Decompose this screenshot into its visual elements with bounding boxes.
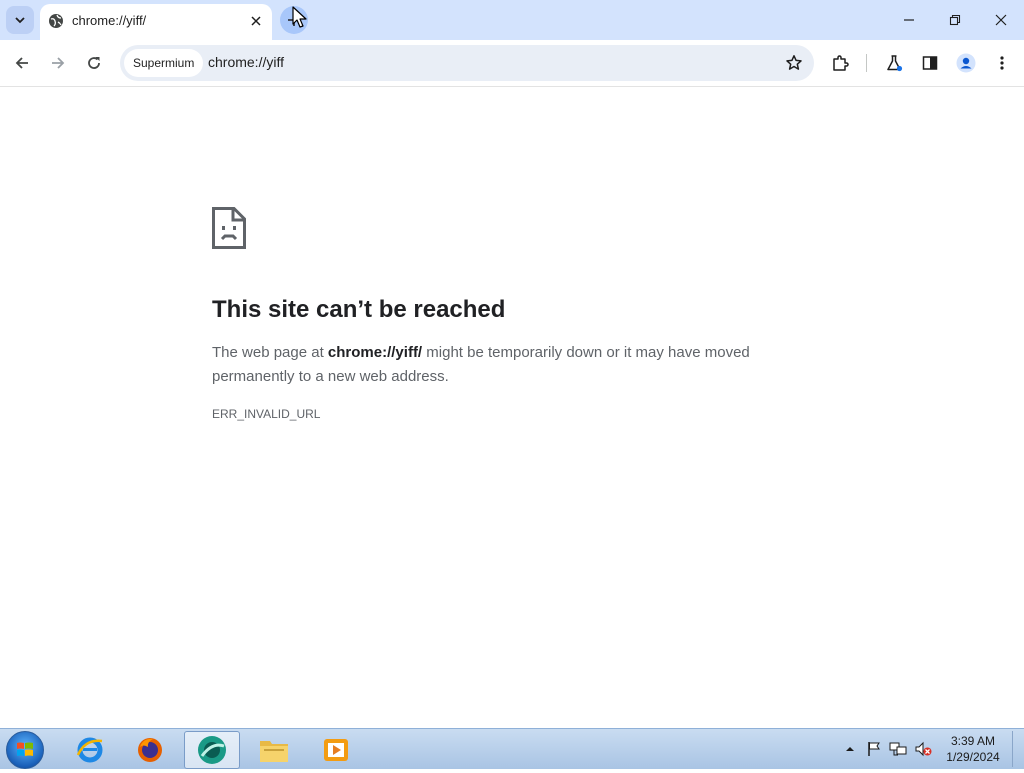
labs-button[interactable] xyxy=(878,47,910,79)
tab-search-button[interactable] xyxy=(6,6,34,34)
bookmark-star-button[interactable] xyxy=(782,51,806,75)
arrow-left-icon xyxy=(15,57,28,69)
side-panel-button[interactable] xyxy=(914,47,946,79)
url-text[interactable]: chrome://yiff xyxy=(208,54,284,70)
volume-muted-icon xyxy=(915,741,932,757)
active-tab[interactable]: chrome://yiff/ xyxy=(40,4,272,40)
error-code: ERR_INVALID_URL xyxy=(212,407,321,421)
show-hidden-icons-button[interactable] xyxy=(842,729,858,769)
browser-toolbar: Supermium chrome://yiff xyxy=(0,40,1024,87)
taskbar-supermium[interactable] xyxy=(184,731,240,769)
network-button[interactable] xyxy=(888,729,908,769)
taskbar-internet-explorer[interactable] xyxy=(62,731,118,769)
taskbar-firefox[interactable] xyxy=(122,731,178,769)
mouse-cursor-icon xyxy=(292,6,307,28)
star-icon xyxy=(786,55,802,70)
action-center-button[interactable] xyxy=(864,729,884,769)
error-url: chrome://yiff/ xyxy=(327,344,423,361)
tab-close-button[interactable] xyxy=(248,13,264,29)
site-info-chip[interactable]: Supermium xyxy=(124,49,204,77)
restore-icon xyxy=(949,14,961,26)
supermium-icon xyxy=(198,736,226,764)
windows-logo-icon xyxy=(17,742,33,756)
close-window-button[interactable] xyxy=(978,0,1024,40)
tab-strip: chrome://yiff/ xyxy=(0,0,1024,40)
chevron-up-icon xyxy=(846,747,854,751)
side-panel-icon xyxy=(922,56,938,70)
tab-title: chrome://yiff/ xyxy=(72,13,147,28)
globe-icon xyxy=(49,14,63,28)
error-heading: This site can’t be reached xyxy=(212,296,506,323)
close-icon xyxy=(251,16,261,26)
chevron-down-icon xyxy=(15,17,25,24)
flask-icon xyxy=(887,55,903,72)
more-vertical-icon xyxy=(1000,56,1004,70)
internet-explorer-icon xyxy=(76,737,103,763)
restore-button[interactable] xyxy=(932,0,978,40)
clock-time: 3:39 AM xyxy=(950,734,996,748)
puzzle-icon xyxy=(833,55,849,71)
avatar-icon xyxy=(956,53,976,73)
network-icon xyxy=(889,742,907,756)
error-description: The web page at chrome://yiff/ might be … xyxy=(212,341,782,389)
show-desktop-button[interactable] xyxy=(1012,731,1023,767)
start-button[interactable] xyxy=(6,731,44,769)
clock-date: 1/29/2024 xyxy=(946,750,1000,764)
volume-button[interactable] xyxy=(912,729,934,769)
menu-button[interactable] xyxy=(986,47,1018,79)
media-player-icon xyxy=(324,739,348,761)
minimize-button[interactable] xyxy=(886,0,932,40)
reload-icon xyxy=(88,57,100,69)
arrow-right-icon xyxy=(52,57,65,69)
omnibox[interactable]: Supermium chrome://yiff xyxy=(120,45,814,81)
taskbar-clock[interactable]: 3:39 AM 1/29/2024 xyxy=(934,733,1012,765)
close-icon xyxy=(995,14,1007,26)
sad-page-icon xyxy=(212,207,246,249)
folder-icon xyxy=(260,741,288,762)
back-button[interactable] xyxy=(6,47,38,79)
extensions-button[interactable] xyxy=(824,47,856,79)
windows-taskbar: 3:39 AM 1/29/2024 xyxy=(0,728,1024,769)
description-prefix: The web page at xyxy=(212,344,328,361)
profile-button[interactable] xyxy=(950,47,982,79)
toolbar-divider xyxy=(866,54,867,72)
reload-button[interactable] xyxy=(78,47,110,79)
error-page: This site can’t be reached The web page … xyxy=(0,87,1024,728)
minimize-icon xyxy=(904,19,914,21)
forward-button[interactable] xyxy=(42,47,74,79)
taskbar-file-explorer[interactable] xyxy=(246,731,302,769)
flag-icon xyxy=(868,742,880,756)
firefox-icon xyxy=(138,738,162,762)
taskbar-media-player[interactable] xyxy=(308,731,364,769)
